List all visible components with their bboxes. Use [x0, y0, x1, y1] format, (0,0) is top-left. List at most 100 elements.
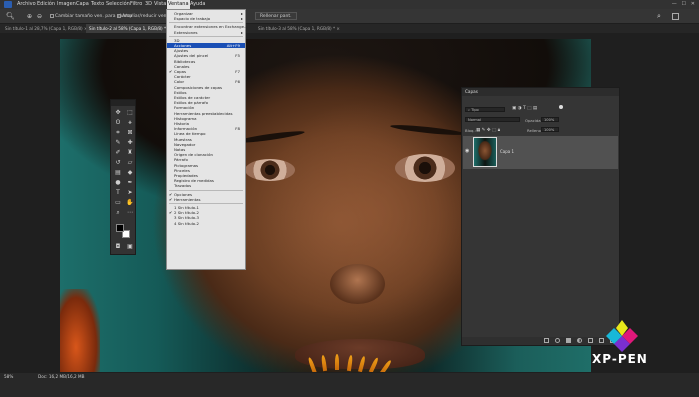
menu-item-label: Trazados	[174, 183, 192, 189]
fill-label: Relleno:	[527, 128, 543, 133]
left-eye	[245, 159, 295, 181]
menu-item-label: Herramientas	[174, 196, 201, 202]
shape-tool-icon[interactable]: ▭	[113, 199, 123, 207]
opacity-field[interactable]: 100%	[541, 117, 559, 122]
menu-vista[interactable]: Vista	[153, 0, 167, 9]
right-eyebrow	[389, 123, 466, 137]
dodge-tool-icon[interactable]: ●	[113, 179, 123, 187]
layer-row-capa-1[interactable]: ◉ Capa 1	[463, 136, 618, 169]
fill-field[interactable]: 100%	[541, 127, 559, 132]
blend-mode-select[interactable]: Normal	[465, 117, 520, 122]
foreground-color-swatch[interactable]	[116, 224, 124, 232]
maximize-icon[interactable]: ☐	[682, 1, 686, 7]
document-tabs: Sin título-1 al 28,7% (Capa 1, RGB/8) × …	[0, 24, 699, 33]
menu-item[interactable]: 4 Sin título-2	[167, 221, 245, 226]
zoom-tool-icon[interactable]: ⌕	[113, 209, 123, 217]
add-mask-icon[interactable]	[566, 338, 571, 343]
layer-kind-filter[interactable]: ⌕ Tipo	[465, 107, 505, 112]
panel-grip[interactable]	[111, 100, 135, 106]
filter-toggle-icon[interactable]	[559, 105, 563, 109]
menu-separator	[169, 203, 243, 204]
gradient-tool-icon[interactable]: ▤	[113, 169, 123, 177]
menu-filtro[interactable]: Filtro	[129, 0, 143, 9]
zoom-tool-icon[interactable]: 🔍︎	[6, 9, 15, 24]
more-tools-icon[interactable]: ⋯	[125, 209, 135, 217]
lock-icons[interactable]: ▦ ✎ ✥ ⬚ 🔒︎	[476, 127, 500, 133]
lasso-tool-icon[interactable]: ʘ	[113, 119, 123, 127]
menu-seleccion[interactable]: Selección	[105, 0, 131, 9]
move-tool-icon[interactable]: ✥	[113, 109, 123, 117]
menu-item-label: Espacio de trabajo	[174, 16, 211, 22]
frame-tool-icon[interactable]: ⊠	[125, 129, 135, 137]
blur-tool-icon[interactable]: ◆	[125, 169, 135, 177]
menu-3d[interactable]: 3D	[144, 0, 153, 9]
marquee-tool-icon[interactable]: ⬚	[125, 109, 135, 117]
window-controls: — ☐ ✕	[672, 0, 695, 9]
fill-screen-button[interactable]: Rellenar pant.	[255, 12, 297, 20]
menu-item[interactable]: Extensiones ▸	[167, 30, 245, 35]
quick-mask-icon[interactable]: ◘	[113, 243, 123, 251]
brand-name: XP-PEN	[592, 352, 648, 366]
tab-sin-titulo-2[interactable]: Sin título-2 al 58% (Capa 1, RGB/8) * ×	[86, 24, 174, 33]
crop-tool-icon[interactable]: ⌗	[113, 129, 123, 137]
menu-edicion[interactable]: Edición	[36, 0, 56, 9]
menu-item[interactable]: Espacio de trabajo ▸	[167, 16, 245, 21]
history-brush-icon[interactable]: ↺	[113, 159, 123, 167]
minimize-icon[interactable]: —	[672, 1, 677, 7]
layers-panel-title[interactable]: Capas	[462, 88, 619, 96]
zoom-out-icon[interactable]: ⊖	[37, 9, 42, 24]
menu-item[interactable]: Herramientas ✔	[167, 197, 245, 202]
menu-item-label: Extensiones	[174, 29, 198, 35]
path-select-icon[interactable]: ➤	[125, 189, 135, 197]
document-info: Doc: 16,2 MB/16,2 MB	[38, 374, 85, 379]
link-layers-icon[interactable]	[544, 338, 549, 343]
brush-tool-icon[interactable]: ✐	[113, 149, 123, 157]
menu-item[interactable]: Trazados	[167, 183, 245, 188]
layers-panel: Capas ⌕ Tipo ▣ ◑ T ⬚ ▤ Normal Opacidad: …	[461, 87, 620, 346]
hand-tool-icon[interactable]: ✋	[125, 199, 135, 207]
menu-texto[interactable]: Texto	[90, 0, 105, 9]
menu-capa[interactable]: Capa	[75, 0, 90, 9]
healing-brush-icon[interactable]: ✚	[125, 139, 135, 147]
eraser-tool-icon[interactable]: ▱	[125, 159, 135, 167]
menu-separator	[169, 189, 243, 191]
eyedropper-icon[interactable]: ✎	[113, 139, 123, 147]
tools-panel: ✥ ⬚ ʘ ⚹ ⌗ ⊠ ✎ ✚ ✐ ♜ ↺ ▱ ▤ ◆ ● ✒ T ➤ ▭ ✋ …	[110, 99, 136, 255]
flower-petal	[335, 354, 339, 370]
filter-icons[interactable]: ▣ ◑ T ⬚ ▤	[512, 106, 537, 111]
eye-visibility-icon[interactable]: ◉	[465, 148, 469, 154]
close-icon[interactable]: ✕	[691, 1, 695, 7]
zoom-level[interactable]: 58%	[4, 374, 13, 379]
nose	[330, 264, 385, 304]
zoom-in-icon[interactable]: ⊕	[27, 9, 32, 24]
type-tool-icon[interactable]: T	[113, 189, 123, 197]
layer-thumbnail	[473, 137, 497, 167]
layer-name[interactable]: Capa 1	[500, 149, 514, 154]
ventana-menu: Organizar ▸ Espacio de trabajo ▸ Encontrar e…	[166, 9, 248, 270]
search-icon[interactable]: ⌕	[657, 9, 661, 24]
menu-imagen[interactable]: Imagen	[56, 0, 77, 9]
zoom-all-checkbox[interactable]: Ampliar/reducir ven.	[117, 9, 168, 24]
menu-ayuda[interactable]: Ayuda	[189, 0, 206, 9]
menu-archivo[interactable]: Archivo	[16, 0, 37, 9]
menu-separator	[169, 35, 243, 37]
right-eye	[395, 154, 455, 182]
orange-flower-left	[60, 289, 100, 372]
pen-tool-icon[interactable]: ✒	[125, 179, 135, 187]
menu-separator	[169, 22, 243, 24]
screen-mode-icon[interactable]: ▣	[125, 243, 135, 251]
lock-label: Bloq.:	[465, 128, 476, 133]
stamp-tool-icon[interactable]: ♜	[125, 149, 135, 157]
layer-style-icon[interactable]	[555, 338, 560, 343]
magic-wand-icon[interactable]: ⚹	[125, 119, 135, 127]
options-bar: 🔍︎ ⊕ ⊖ Cambiar tamaño ven. para ajustar …	[0, 9, 699, 24]
tab-sin-titulo-1[interactable]: Sin título-1 al 28,7% (Capa 1, RGB/8) ×	[2, 24, 91, 33]
menu-ventana[interactable]: Ventana	[167, 0, 190, 9]
workspace-icon[interactable]	[672, 13, 679, 20]
checkmark-icon: ✔	[169, 196, 173, 202]
submenu-arrow-icon: ▸	[241, 29, 243, 35]
photoshop-logo-icon	[4, 1, 12, 8]
submenu-arrow-icon: ▸	[241, 16, 243, 22]
adjustment-layer-icon[interactable]	[577, 338, 582, 343]
tab-sin-titulo-3[interactable]: Sin título-3 al 58% (Capa 1, RGB/8) * ×	[255, 24, 343, 33]
